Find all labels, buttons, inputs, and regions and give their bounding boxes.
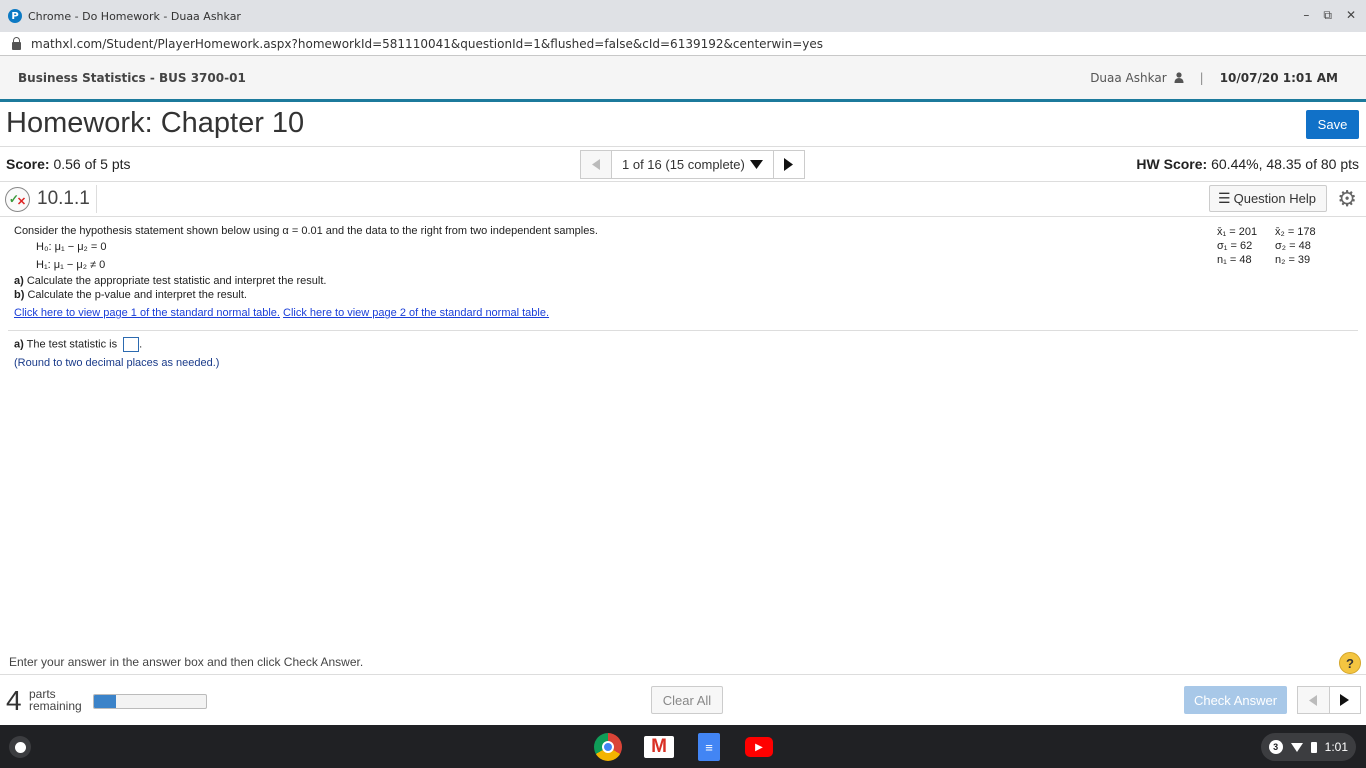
course-bar: Business Statistics - BUS 3700-01 Duaa A… — [0, 56, 1366, 102]
course-title: Business Statistics - BUS 3700-01 — [18, 70, 246, 85]
browser-title-bar: P Chrome - Do Homework - Duaa Ashkar – ⧉… — [0, 0, 1366, 32]
window-controls: – ⧉ ✕ — [1303, 8, 1356, 23]
score-label: Score: — [6, 156, 50, 172]
hw-score: HW Score: 60.44%, 48.35 of 80 pts — [1136, 156, 1359, 172]
close-icon[interactable]: ✕ — [1346, 8, 1356, 23]
youtube-icon[interactable]: ▶ — [745, 737, 773, 757]
null-hypothesis: H₀: μ₁ − μ₂ = 0 — [36, 241, 107, 253]
bottom-pager — [1297, 686, 1361, 714]
lock-icon — [12, 36, 21, 50]
triangle-right-icon — [1340, 694, 1350, 706]
hw-score-value: 60.44%, 48.35 of 80 pts — [1207, 156, 1359, 172]
sample1-mean: x̄₁ = 201 — [1217, 226, 1258, 238]
save-button[interactable]: Save — [1306, 110, 1359, 139]
instruction-text: Enter your answer in the answer box and … — [9, 655, 364, 669]
divider — [8, 330, 1358, 331]
part-a-label: a) — [14, 275, 24, 287]
part-a-instruction: a) Calculate the appropriate test statis… — [14, 274, 598, 288]
answer-area: a) The test statistic is . (Round to two… — [14, 337, 219, 369]
address-bar[interactable]: mathxl.com/Student/PlayerHomework.aspx?h… — [0, 32, 1366, 56]
user-name[interactable]: Duaa Ashkar — [1090, 71, 1166, 85]
question-pager: 1 of 16 (15 complete) — [580, 150, 805, 179]
question-intro: Consider the hypothesis statement shown … — [14, 225, 598, 237]
sample1-sigma: σ₁ = 62 — [1217, 240, 1253, 252]
parts-label-line2: remaining — [29, 699, 82, 713]
triangle-left-icon — [1309, 694, 1318, 706]
test-statistic-input[interactable] — [123, 337, 140, 352]
parts-remaining-label: parts remaining — [29, 688, 82, 712]
question-help-button[interactable]: ☰ Question Help — [1209, 185, 1327, 212]
bottom-next-button[interactable] — [1330, 687, 1361, 713]
parts-remaining-count: 4 — [6, 685, 22, 716]
part-b-instruction: b) Calculate the p-value and interpret t… — [14, 288, 598, 302]
pearson-logo-icon: P — [8, 9, 22, 23]
sample2-sigma: σ₂ = 48 — [1275, 240, 1311, 252]
docs-icon[interactable]: ≡ — [698, 733, 720, 761]
user-icon — [1174, 72, 1184, 83]
check-answer-button[interactable]: Check Answer — [1184, 686, 1287, 714]
help-icon[interactable]: ? — [1339, 652, 1361, 674]
parts-progress-fill — [94, 695, 117, 708]
bottom-bar: 4 parts remaining Clear All Check Answer — [0, 674, 1366, 725]
next-question-button[interactable] — [774, 151, 804, 178]
question-help-label: Question Help — [1233, 191, 1316, 206]
question-content: Consider the hypothesis statement shown … — [14, 224, 598, 320]
window-title: Chrome - Do Homework - Duaa Ashkar — [28, 9, 241, 23]
bottom-previous-button[interactable] — [1298, 687, 1330, 713]
sample1-size: n₁ = 48 — [1217, 254, 1252, 266]
wifi-icon — [1290, 742, 1303, 752]
triangle-left-icon — [592, 159, 600, 170]
question-number: 10.1.1 — [37, 185, 97, 213]
os-taskbar: M ≡ ▶ 3 1:01 — [0, 725, 1366, 768]
part-b-text: Calculate the p-value and interpret the … — [24, 289, 247, 301]
question-selector-text: 1 of 16 (15 complete) — [622, 157, 745, 172]
question-bar: ✓ ✕ 10.1.1 ☰ Question Help ⚙ — [0, 182, 1366, 217]
caret-down-icon — [749, 160, 763, 169]
hw-score-label: HW Score: — [1136, 156, 1208, 172]
sample-data: x̄₁ = 201 x̄₂ = 178 σ₁ = 62 σ₂ = 48 n₁ =… — [1217, 226, 1325, 266]
page-title: Homework: Chapter 10 — [6, 107, 305, 139]
minimize-icon[interactable]: – — [1303, 8, 1309, 23]
gmail-icon[interactable]: M — [644, 736, 674, 758]
gear-icon[interactable]: ⚙ — [1337, 186, 1357, 212]
launcher-icon[interactable] — [9, 736, 31, 758]
previous-question-button[interactable] — [581, 151, 612, 178]
rounding-hint: (Round to two decimal places as needed.) — [14, 357, 220, 369]
part-b-label: b) — [14, 289, 25, 301]
separator: | — [1199, 70, 1204, 85]
part-a-text: Calculate the appropriate test statistic… — [23, 275, 327, 287]
clear-all-button[interactable]: Clear All — [651, 686, 723, 714]
battery-icon — [1310, 741, 1317, 753]
table-links: Click here to view page 1 of the standar… — [14, 306, 598, 320]
parts-progress-bar — [93, 694, 207, 709]
current-datetime: 10/07/20 1:01 AM — [1219, 70, 1338, 85]
list-icon: ☰ — [1218, 190, 1231, 206]
clock: 1:01 — [1324, 740, 1348, 754]
alternative-hypothesis: H₁: μ₁ − μ₂ ≠ 0 — [36, 259, 106, 271]
sample2-size: n₂ = 39 — [1275, 254, 1311, 266]
normal-table-page2-link[interactable]: Click here to view page 2 of the standar… — [283, 307, 549, 319]
question-selector-dropdown[interactable]: 1 of 16 (15 complete) — [612, 151, 774, 178]
answer-line: a) The test statistic is . — [14, 337, 143, 352]
system-tray[interactable]: 3 1:01 — [1260, 733, 1356, 761]
score-value: 0.56 of 5 pts — [49, 156, 131, 172]
chrome-icon[interactable] — [594, 733, 622, 761]
answer-prompt: The test statistic is — [23, 338, 121, 351]
answer-part-label: a) — [14, 338, 24, 351]
sample2-mean: x̄₂ = 178 — [1275, 226, 1316, 238]
score-bar: Score: 0.56 of 5 pts 1 of 16 (15 complet… — [0, 146, 1366, 182]
triangle-right-icon — [784, 158, 794, 171]
score: Score: 0.56 of 5 pts — [6, 156, 131, 172]
notification-count: 3 — [1268, 740, 1283, 754]
url-text[interactable]: mathxl.com/Student/PlayerHomework.aspx?h… — [31, 37, 823, 51]
partially-correct-icon: ✓ ✕ — [5, 186, 30, 212]
normal-table-page1-link[interactable]: Click here to view page 1 of the standar… — [14, 307, 280, 319]
restore-icon[interactable]: ⧉ — [1323, 8, 1332, 23]
